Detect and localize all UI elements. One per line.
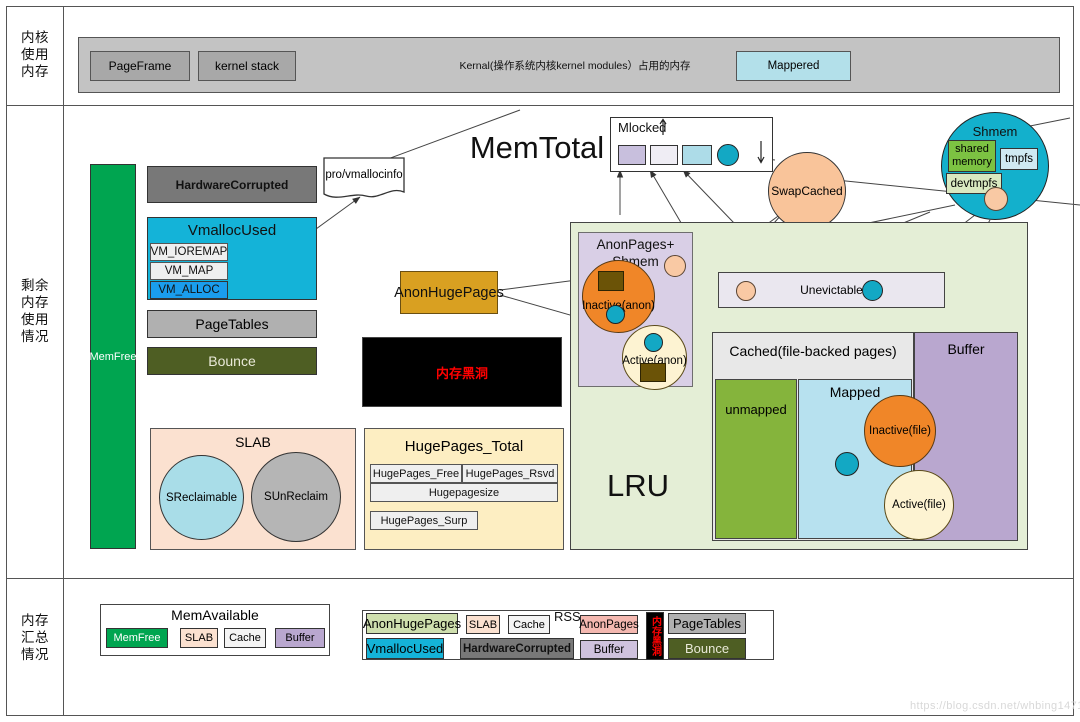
cached-title: Cached(file-backed pages)	[729, 343, 897, 359]
row-divider-2	[6, 578, 1074, 580]
mappered-box: Mappered	[736, 51, 851, 81]
active-anon-brown-square	[640, 363, 666, 382]
hugepages-surp-cell: HugePages_Surp	[370, 511, 478, 530]
summary-anonhugepages-chip: AnonHugePages	[363, 613, 461, 634]
inactive-anon-brown-square	[598, 271, 624, 291]
mlocked-item-shmem-dot	[717, 144, 739, 166]
summary-rss-buffer-chip: Buffer	[580, 640, 638, 659]
inactive-anon-teal-dot	[606, 305, 625, 324]
mem-available-title: MemAvailable	[171, 607, 259, 623]
mlocked-item-anon	[618, 145, 646, 165]
summary-bounce-chip: Bounce	[668, 638, 746, 659]
summary-memfree-chip: MemFree	[106, 628, 168, 648]
vmalloc-used-label: VmallocUsed	[187, 222, 277, 239]
hugepagesize-cell: Hugepagesize	[370, 483, 558, 502]
proc-vmallocinfo-label: pro/vmallocinfo	[325, 169, 403, 181]
unmapped-box: unmapped	[715, 379, 797, 539]
summary-pagetables-chip: PageTables	[668, 613, 746, 634]
mlocked-item-cache	[650, 145, 678, 165]
mapped-teal-dot	[835, 452, 859, 476]
summary-rss-slab-chip: SLAB	[466, 615, 500, 634]
swap-cached-circle: SwapCached	[768, 152, 846, 230]
summary-hardwarecorrupted-chip: HardwareCorrupted	[460, 638, 574, 659]
vm-alloc-box: VM_ALLOC	[150, 281, 228, 299]
mlocked-up-arrow-icon	[658, 118, 668, 136]
hugepages-free-cell: HugePages_Free	[370, 464, 462, 483]
label-column-divider	[63, 6, 65, 716]
mem-total-label: MemTotal	[469, 130, 605, 165]
anonpages-peach-dot	[664, 255, 686, 277]
row-divider-1	[6, 105, 1074, 107]
row-label-kernel: 内核 使用 内存	[21, 29, 49, 79]
unevictable-peach-dot	[736, 281, 756, 301]
kernel-stack-box: kernel stack	[198, 51, 296, 81]
inactive-file-circle: Inactive(file)	[864, 395, 936, 467]
watermark: https://blog.csdn.net/whbing1471	[910, 700, 1080, 712]
summary-blackhole-chip: 内存黑洞	[646, 612, 664, 660]
slab-title: SLAB	[235, 434, 271, 450]
shmem-peach-dot	[984, 187, 1008, 211]
page-tables-box: PageTables	[147, 310, 317, 338]
vm-map-box: VM_MAP	[150, 262, 228, 280]
row-label-remaining: 剩余 内存 使用 情况	[21, 278, 49, 344]
anon-huge-pages-box: AnonHugePages	[394, 271, 504, 314]
mlocked-item-mapped	[682, 145, 712, 165]
shared-memory-box: shared memory	[948, 140, 996, 172]
sreclaimable-circle: SReclaimable	[159, 455, 244, 540]
bounce-box: Bounce	[147, 347, 317, 375]
memory-black-hole-box: 内存黑洞	[362, 337, 562, 407]
hugepages-total-title: HugePages_Total	[404, 437, 524, 455]
summary-buffer-chip: Buffer	[275, 628, 325, 648]
lru-title: LRU	[606, 468, 669, 503]
active-anon-teal-dot	[644, 333, 663, 352]
hugepages-rsvd-cell: HugePages_Rsvd	[462, 464, 558, 483]
shmem-title: Shmem	[972, 123, 1018, 139]
memfree-bar: MemFree	[89, 164, 137, 549]
summary-rss-cache-chip: Cache	[508, 615, 550, 634]
mlocked-down-arrow-icon	[756, 140, 766, 164]
active-file-circle: Active(file)	[884, 470, 954, 540]
summary-anonpages-chip: AnonPages	[579, 615, 639, 634]
unevictable-teal-dot	[862, 280, 883, 301]
summary-cache-chip: Cache	[224, 628, 266, 648]
summary-slab-chip: SLAB	[180, 628, 218, 648]
kernel-description-label: Kernal(操作系统内核kernel modules）占用的内存	[459, 59, 691, 72]
tmpfs-box: tmpfs	[1000, 148, 1038, 170]
vm-ioremap-box: VM_IOREMAP	[150, 243, 228, 261]
page-frame-box: PageFrame	[90, 51, 190, 81]
row-label-summary: 内存 汇总 情况	[21, 613, 49, 662]
memory-diagram-page: 内核 使用 内存 剩余 内存 使用 情况 内存 汇总 情况 PageFrame …	[0, 0, 1080, 722]
sunreclaim-circle: SUnReclaim	[251, 452, 341, 542]
hardware-corrupted-box: HardwareCorrupted	[147, 166, 317, 203]
summary-vmallocused-chip: VmallocUsed	[366, 638, 444, 659]
